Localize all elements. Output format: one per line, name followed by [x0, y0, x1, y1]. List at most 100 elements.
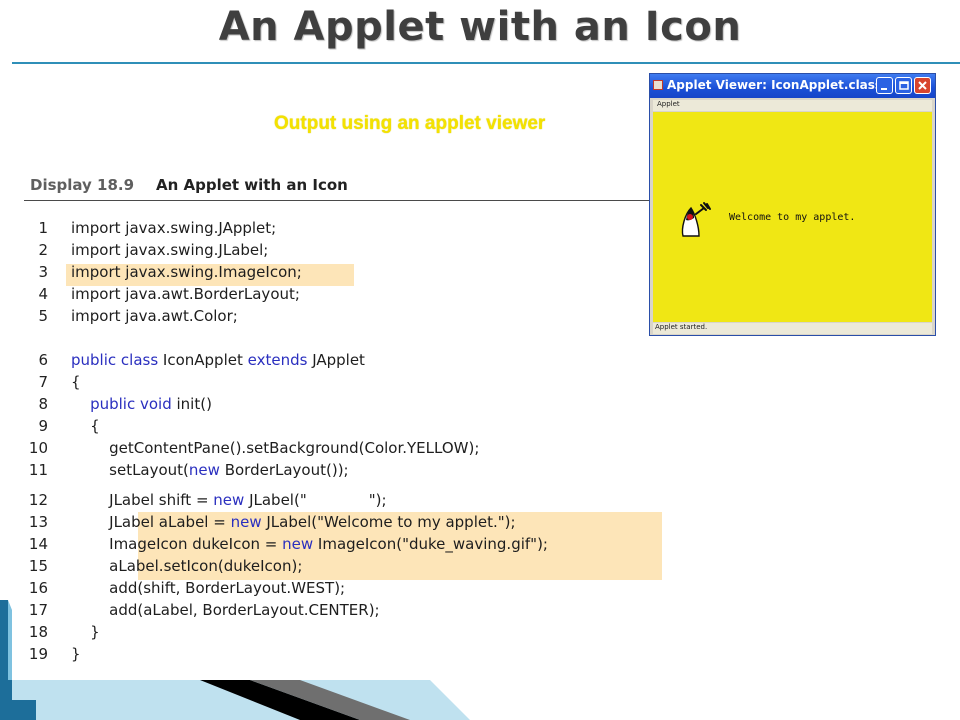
code-line: 3 import javax.swing.ImageIcon; [0, 263, 700, 285]
code-line: 8 public void init() [0, 395, 700, 417]
code-token: import javax.swing.ImageIcon; [71, 263, 302, 281]
applet-viewer-window: Applet Viewer: IconApplet.class Applet W… [649, 73, 936, 336]
code-token: JLabel aLabel = [71, 513, 231, 531]
code-token: import javax.swing.JApplet; [71, 219, 277, 237]
code-line: 15 aLabel.setIcon(dukeIcon); [0, 557, 700, 579]
line-number: 15 [28, 557, 48, 575]
status-bar: Applet started. [653, 323, 932, 334]
code-keyword: new [282, 535, 314, 553]
minimize-button[interactable] [876, 77, 893, 94]
line-number: 5 [38, 307, 48, 325]
code-keyword: new [213, 491, 245, 509]
code-text: JLabel aLabel = new JLabel("Welcome to m… [71, 513, 516, 531]
code-text: import javax.swing.ImageIcon; [71, 263, 302, 281]
display-title: An Applet with an Icon [156, 176, 348, 194]
line-number: 8 [38, 395, 48, 413]
code-text: import javax.swing.JApplet; [71, 219, 276, 237]
corner-decoration [0, 600, 470, 720]
code-text: import java.awt.BorderLayout; [71, 285, 300, 303]
code-keyword: new [230, 513, 262, 531]
line-number: 2 [38, 241, 48, 259]
display-number: Display 18.9 [30, 176, 135, 194]
code-text: setLayout(new BorderLayout()); [71, 461, 349, 479]
applet-content-area: Welcome to my applet. [653, 112, 932, 322]
code-line: 16 add(shift, BorderLayout.WEST); [0, 579, 700, 601]
minimize-icon [881, 88, 887, 90]
code-text: import javax.swing.JLabel; [71, 241, 268, 259]
welcome-label: Welcome to my applet. [729, 212, 856, 223]
line-number: 10 [28, 439, 48, 457]
code-line: 5 import java.awt.Color; [0, 307, 700, 329]
line-number: 3 [38, 263, 48, 281]
code-keyword: public class [71, 351, 159, 369]
code-line: 11 setLayout(new BorderLayout()); [0, 461, 700, 483]
slide-title: An Applet with an Icon [218, 4, 742, 50]
code-line: 4 import java.awt.BorderLayout; [0, 285, 700, 307]
display-divider [24, 200, 650, 201]
code-token: import javax.swing.JLabel; [71, 241, 269, 259]
line-number: 14 [28, 535, 48, 553]
code-keyword: public void [90, 395, 172, 413]
code-token: JLabel(" "); [244, 491, 387, 509]
line-number: 1 [38, 219, 48, 237]
menu-applet[interactable]: Applet [657, 100, 680, 108]
code-text: getContentPane().setBackground(Color.YEL… [71, 439, 479, 457]
window-title: Applet Viewer: IconApplet.class [667, 78, 883, 92]
code-text: { [71, 373, 81, 391]
code-token: { [71, 417, 100, 435]
menu-bar: Applet [653, 100, 932, 111]
line-number: 11 [28, 461, 48, 479]
line-number: 13 [28, 513, 48, 531]
code-token: aLabel.setIcon(dukeIcon); [71, 557, 303, 575]
window-titlebar[interactable]: Applet Viewer: IconApplet.class [650, 74, 935, 98]
code-token: getContentPane().setBackground(Color.YEL… [71, 439, 480, 457]
code-token: BorderLayout()); [219, 461, 349, 479]
code-token: ImageIcon("duke_waving.gif"); [313, 535, 548, 553]
line-number: 16 [28, 579, 48, 597]
code-line: 1 import javax.swing.JApplet; [0, 219, 700, 241]
code-line: 7{ [0, 373, 700, 395]
code-token: JLabel shift = [71, 491, 214, 509]
maximize-button[interactable] [895, 77, 912, 94]
code-token: import java.awt.Color; [71, 307, 238, 325]
code-line: 13 JLabel aLabel = new JLabel("Welcome t… [0, 513, 700, 535]
code-line: 14 ImageIcon dukeIcon = new ImageIcon("d… [0, 535, 700, 557]
code-line: 10 getContentPane().setBackground(Color.… [0, 439, 700, 461]
code-token: JLabel("Welcome to my applet."); [261, 513, 516, 531]
close-button[interactable] [914, 77, 931, 94]
display-header: Display 18.9 An Applet with an Icon [30, 176, 348, 194]
code-text: { [71, 417, 100, 435]
line-number: 6 [38, 351, 48, 369]
code-keyword: new [188, 461, 220, 479]
java-app-icon [653, 80, 663, 90]
line-number: 9 [38, 417, 48, 435]
code-token: init() [171, 395, 212, 413]
line-number: 12 [28, 491, 48, 509]
maximize-icon [899, 81, 909, 90]
code-line: 6 public class IconApplet extends JApplet [0, 351, 700, 373]
line-number: 7 [38, 373, 48, 391]
close-icon [918, 81, 927, 90]
code-token: IconApplet [158, 351, 248, 369]
code-token: JApplet [307, 351, 365, 369]
code-token: { [71, 373, 81, 391]
code-text: import java.awt.Color; [71, 307, 238, 325]
line-number: 4 [38, 285, 48, 303]
status-text: Applet started. [655, 323, 708, 331]
duke-waving-icon [681, 202, 711, 237]
code-line: 12 JLabel shift = new JLabel(" "); [0, 491, 700, 513]
code-line: 2 import javax.swing.JLabel; [0, 241, 700, 263]
code-text: public void init() [71, 395, 212, 413]
title-divider [12, 62, 960, 64]
code-token: ImageIcon dukeIcon = [71, 535, 283, 553]
code-text: add(shift, BorderLayout.WEST); [71, 579, 345, 597]
code-token: import java.awt.BorderLayout; [71, 285, 300, 303]
code-text: public class IconApplet extends JApplet [71, 351, 365, 369]
code-keyword: extends [247, 351, 308, 369]
code-text: JLabel shift = new JLabel(" "); [71, 491, 387, 509]
code-text: aLabel.setIcon(dukeIcon); [71, 557, 302, 575]
code-line: 9 { [0, 417, 700, 439]
code-text: ImageIcon dukeIcon = new ImageIcon("duke… [71, 535, 548, 553]
code-token: setLayout( [71, 461, 189, 479]
